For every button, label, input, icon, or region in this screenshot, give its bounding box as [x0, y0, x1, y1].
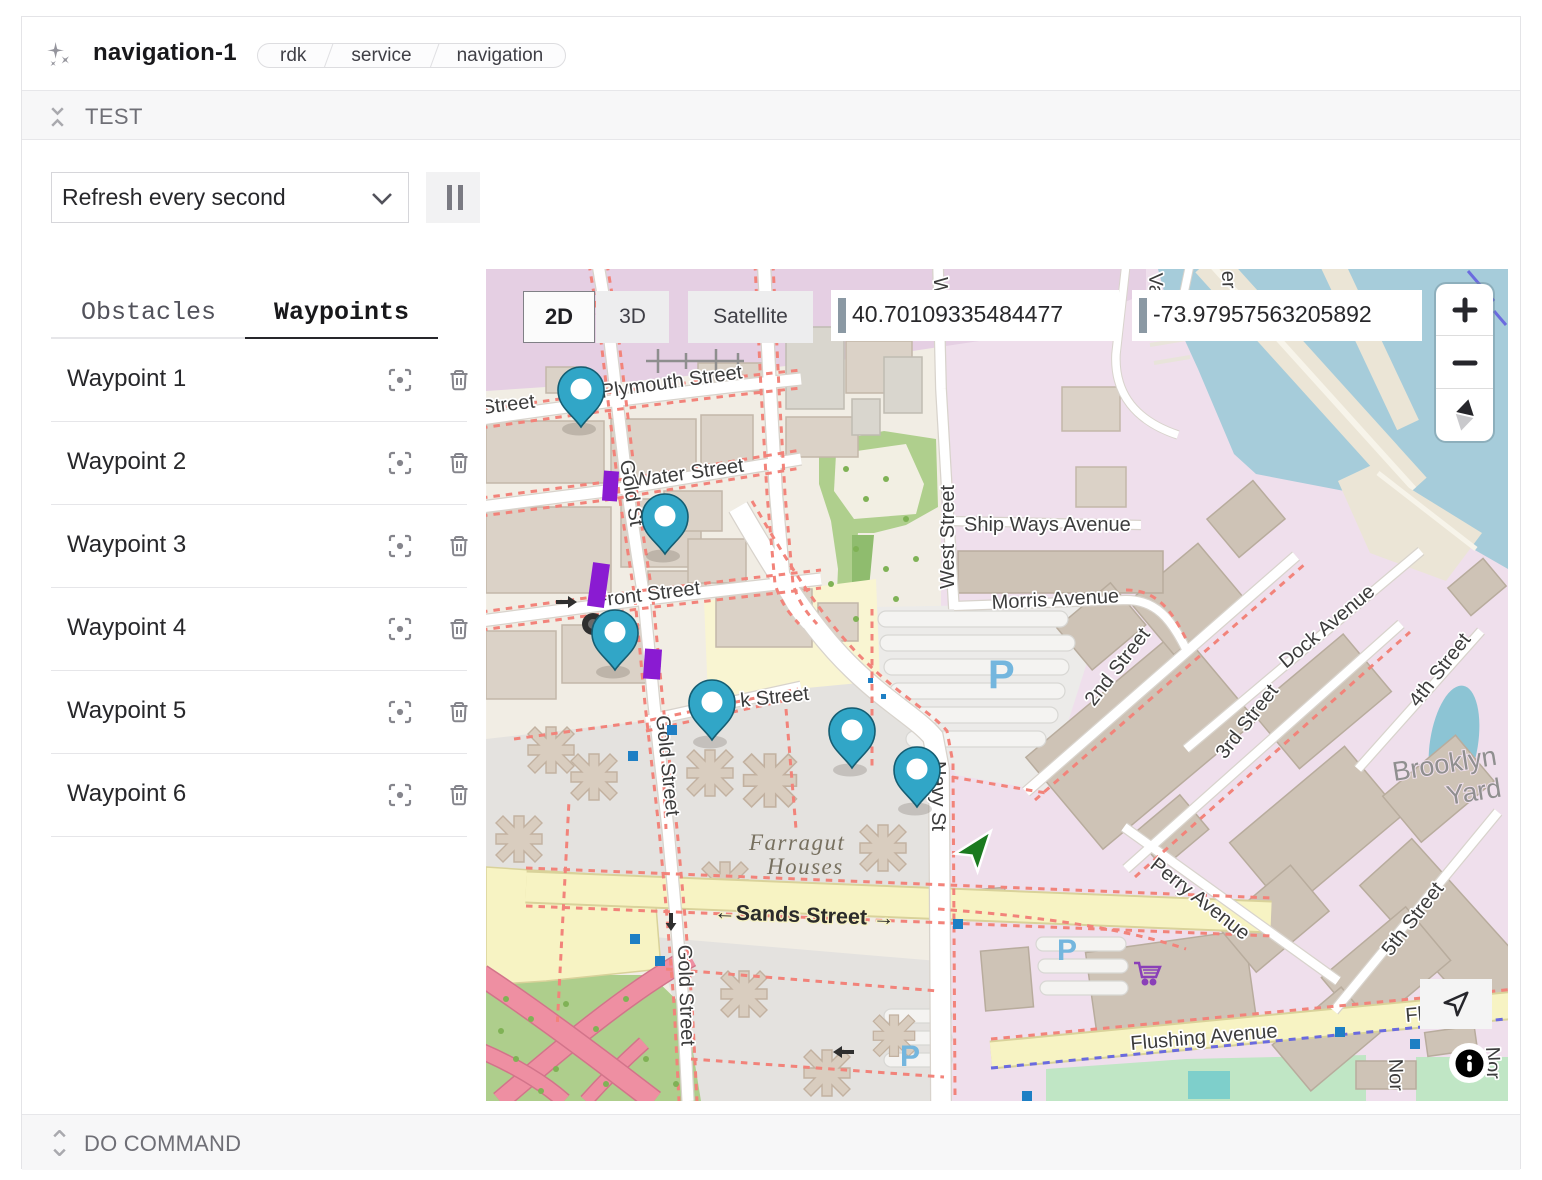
- svg-text:Gold Street: Gold Street: [673, 944, 699, 1046]
- svg-text:P: P: [1057, 934, 1077, 967]
- svg-text:P: P: [988, 653, 1015, 697]
- svg-text:er: er: [1217, 270, 1240, 289]
- svg-text:Ship Ways Avenue: Ship Ways Avenue: [964, 514, 1131, 536]
- svg-text:Farragut: Farragut: [748, 830, 845, 855]
- svg-text:Houses: Houses: [766, 854, 844, 879]
- svg-text:West Street: West Street: [937, 484, 959, 589]
- svg-text:Nor: Nor: [1384, 1058, 1407, 1091]
- svg-text:P: P: [900, 1040, 920, 1073]
